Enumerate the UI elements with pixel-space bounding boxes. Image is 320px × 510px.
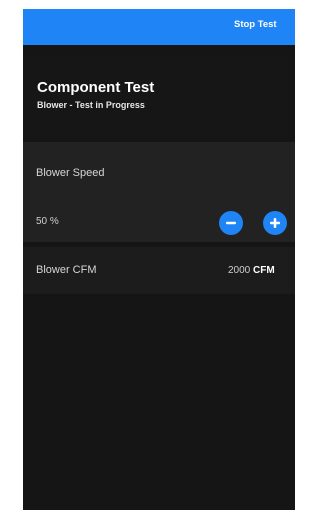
increase-speed-button[interactable] xyxy=(263,211,287,235)
decrease-speed-button[interactable] xyxy=(219,211,243,235)
component-test-screen: Stop Test Component Test Blower - Test i… xyxy=(23,9,295,510)
blower-cfm-label: Blower CFM xyxy=(36,264,97,276)
blower-cfm-row: Blower CFM 2000 CFM xyxy=(23,247,295,294)
blower-speed-value: 50 % xyxy=(36,216,59,227)
top-bar: Stop Test xyxy=(23,9,295,45)
minus-icon xyxy=(226,221,236,225)
blower-speed-label: Blower Speed xyxy=(36,167,105,179)
test-status-text: Blower - Test in Progress xyxy=(37,100,145,110)
page-header: Component Test Blower - Test in Progress xyxy=(23,55,295,135)
page-title: Component Test xyxy=(37,79,155,96)
blower-cfm-number: 2000 xyxy=(228,265,251,276)
blower-speed-card: Blower Speed 50 % xyxy=(23,142,295,242)
blower-cfm-value: 2000 CFM xyxy=(228,265,275,276)
blower-cfm-unit: CFM xyxy=(253,265,275,276)
plus-icon xyxy=(270,218,280,228)
stop-test-button[interactable]: Stop Test xyxy=(234,9,277,45)
